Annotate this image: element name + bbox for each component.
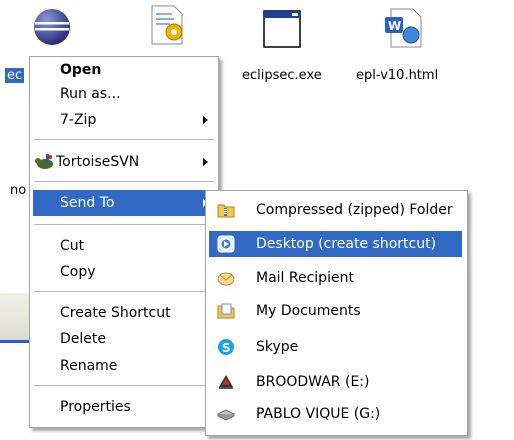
send-to-item-label: Compressed (zipped) Folder <box>256 202 453 218</box>
menu-separator <box>34 291 214 292</box>
unknown-file-label[interactable]: no <box>10 183 26 198</box>
menu-item-run-as[interactable]: Run as... <box>33 81 213 107</box>
menu-item-tortoisesvn[interactable]: TortoiseSVN <box>33 149 213 175</box>
menu-item-open[interactable]: Open <box>33 57 213 83</box>
send-to-item-label: PABLO VIQUE (G:) <box>256 406 381 422</box>
menu-item-copy-label: Copy <box>60 264 96 280</box>
menu-item-tortoisesvn-label: TortoiseSVN <box>56 154 140 170</box>
eclipse-icon-label[interactable]: ec <box>5 68 25 83</box>
settings-file-icon[interactable] <box>148 0 188 46</box>
svg-text:W: W <box>388 19 401 33</box>
menu-item-properties[interactable]: Properties <box>33 394 213 420</box>
menu-separator <box>34 139 214 140</box>
send-to-item-skype[interactable]: S Skype <box>209 334 462 360</box>
menu-item-properties-label: Properties <box>60 399 131 415</box>
send-to-item-label: Skype <box>256 339 299 355</box>
eclipse-icon[interactable] <box>32 7 72 47</box>
cd-drive-icon <box>217 373 235 391</box>
menu-item-open-label: Open <box>60 62 102 78</box>
documents-folder-icon <box>217 302 235 320</box>
menu-separator <box>34 385 214 386</box>
tortoise-icon <box>34 153 54 171</box>
word-document-icon[interactable]: W <box>383 7 423 49</box>
epl-html-label[interactable]: epl-v10.html <box>356 68 438 83</box>
menu-item-cut-label: Cut <box>60 238 85 254</box>
desktop-icon <box>217 235 235 253</box>
send-to-item-label: BROODWAR (E:) <box>256 374 370 390</box>
menu-separator <box>34 224 214 225</box>
send-to-item-label: Mail Recipient <box>256 270 354 286</box>
send-to-item-my-documents[interactable]: My Documents <box>209 298 462 324</box>
send-to-item-broodwar[interactable]: BROODWAR (E:) <box>209 369 462 395</box>
send-to-item-mail-recipient[interactable]: Mail Recipient <box>209 265 462 291</box>
menu-item-send-to[interactable]: Send To <box>33 190 213 216</box>
menu-separator <box>34 181 214 182</box>
send-to-item-compressed-folder[interactable]: Compressed (zipped) Folder <box>209 197 462 223</box>
menu-item-create-shortcut[interactable]: Create Shortcut <box>33 300 213 326</box>
send-to-submenu: Compressed (zipped) Folder Desktop (crea… <box>205 190 468 436</box>
window-app-icon[interactable] <box>262 9 302 49</box>
mail-icon <box>217 269 235 287</box>
removable-drive-icon <box>216 405 236 423</box>
send-to-item-label: My Documents <box>256 303 361 319</box>
menu-item-rename[interactable]: Rename <box>33 353 213 379</box>
chevron-right-icon <box>203 158 208 166</box>
menu-item-delete-label: Delete <box>60 331 106 347</box>
send-to-item-pablo-vique[interactable]: PABLO VIQUE (G:) <box>209 401 462 427</box>
eclipsec-exe-label[interactable]: eclipsec.exe <box>242 68 322 83</box>
menu-item-copy[interactable]: Copy <box>33 259 213 285</box>
menu-item-7zip-label: 7-Zip <box>60 112 97 128</box>
zip-folder-icon <box>217 201 235 219</box>
send-to-item-desktop[interactable]: Desktop (create shortcut) <box>209 231 462 257</box>
menu-item-run-as-label: Run as... <box>60 86 121 102</box>
menu-item-create-shortcut-label: Create Shortcut <box>60 305 171 321</box>
menu-item-7zip[interactable]: 7-Zip <box>33 107 213 133</box>
context-menu: Open Run as... 7-Zip TortoiseSVN Send To… <box>29 56 219 428</box>
send-to-item-label: Desktop (create shortcut) <box>256 236 437 252</box>
menu-item-cut[interactable]: Cut <box>33 233 213 259</box>
svg-text:S: S <box>222 341 231 355</box>
chevron-right-icon <box>203 116 208 124</box>
menu-item-send-to-label: Send To <box>60 195 115 211</box>
menu-item-delete[interactable]: Delete <box>33 326 213 352</box>
skype-icon: S <box>217 338 235 356</box>
menu-item-rename-label: Rename <box>60 358 118 374</box>
